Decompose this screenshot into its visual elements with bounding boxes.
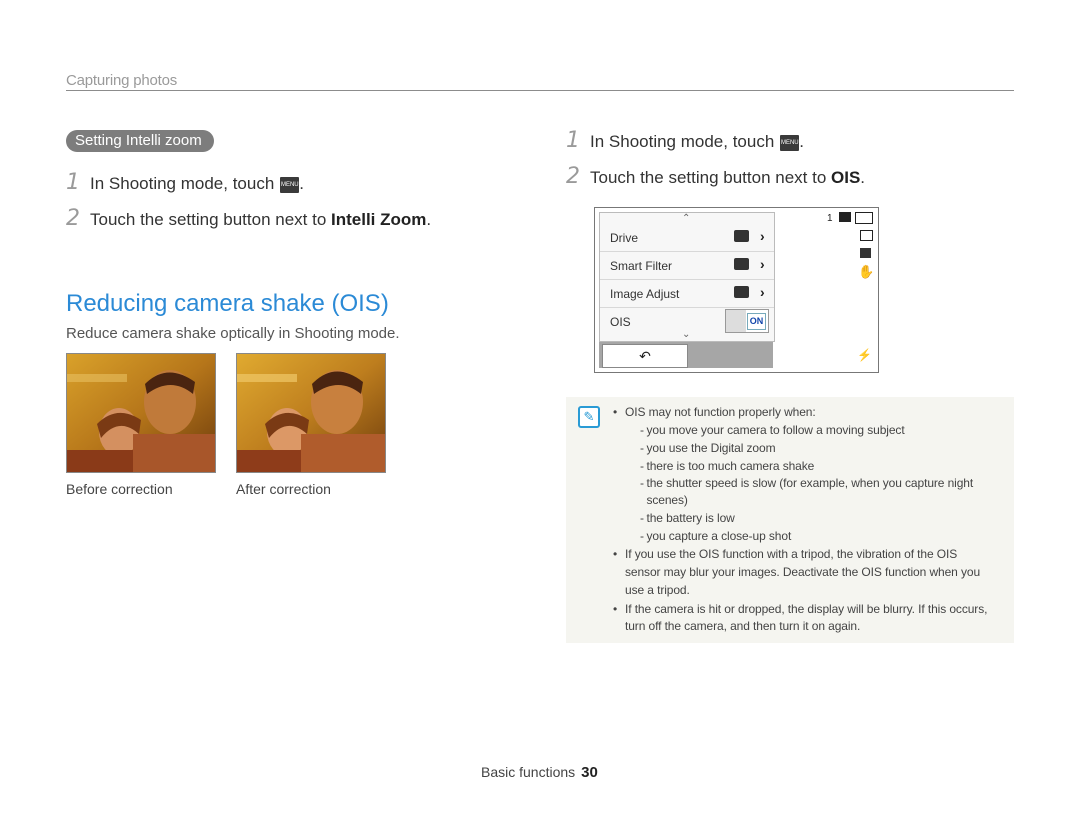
caption-before: Before correction [66,481,173,497]
chevron-right-icon: › [760,284,765,300]
shot-counter: 1 [827,213,833,224]
step-text: Touch the setting button next to [90,210,331,229]
subsection-pill: Setting Intelli zoom [66,130,214,152]
note-bullet-2-line-1: If you use the OIS function with a tripo… [625,547,958,561]
right-step-2: 2 Touch the setting button next to OIS. [566,164,866,189]
quality-icon [860,248,871,258]
menu-item-drive[interactable]: Drive › [600,223,774,252]
caption-after: After correction [236,481,331,497]
drive-icon [734,230,749,242]
image-size-icon [860,230,873,241]
menu-icon: MENU [280,176,300,193]
section-heading: Reducing camera shake (OIS) [66,290,389,317]
step-text: In Shooting mode, touch [90,174,275,193]
section-label: Capturing photos [66,72,178,89]
note-sub-4: the shutter speed is slow (for example, … [646,476,974,490]
note-bullet-2-line-3: use a tripod. [625,583,690,597]
note-bullet-1: OIS may not function properly when: [625,405,816,419]
battery-icon [855,212,873,224]
note-sub-6: you capture a close-up shot [646,529,792,543]
menu-item-smart-filter[interactable]: Smart Filter › [600,251,774,280]
footer-label: Basic functions [481,764,576,780]
step-bold: OIS [831,168,861,187]
header-divider [66,90,1014,91]
note-sub-2: you use the Digital zoom [646,441,776,455]
note-sub-4-cont: scenes) [646,493,688,507]
photo-after [236,353,386,473]
note-sub-3: there is too much camera shake [646,459,815,473]
image-adjust-icon [734,286,749,298]
photo-before [66,353,216,473]
note-sub-1: you move your camera to follow a moving … [646,423,905,437]
section-description: Reduce camera shake optically in Shootin… [66,325,400,342]
toggle-on-label: ON [747,313,766,330]
note-bullet-3-line-1: If the camera is hit or dropped, the dis… [625,602,988,616]
memory-icon [839,212,851,222]
flash-auto-icon: ⚡ [857,348,872,362]
menu-item-image-adjust[interactable]: Image Adjust › [600,279,774,308]
camera-screen: ⌃ Drive › Smart Filter › Image Adjust › … [594,207,879,373]
note-bullet-2-line-2: sensor may blur your images. Deactivate … [625,565,981,579]
camera-bottom-bar: ↶ [599,342,773,368]
left-step-1: 1 In Shooting mode, touch MENU. [66,170,305,195]
right-step-1: 1 In Shooting mode, touch MENU. [566,128,805,153]
smart-filter-icon [734,258,749,270]
note-bullet-3-line-2: turn off the camera, and then turn it on… [625,619,861,633]
note-box: ✎ • OIS may not function properly when: … [566,397,1014,643]
back-arrow-icon: ↶ [639,348,651,364]
note-sub-5: the battery is low [646,511,735,525]
left-step-2: 2 Touch the setting button next to Intell… [66,206,432,231]
step-bold: Intelli Zoom [331,210,427,229]
scroll-down-icon[interactable]: ⌄ [682,329,690,340]
back-button[interactable]: ↶ [602,344,688,368]
note-pencil-icon: ✎ [578,406,600,428]
page-number: 30 [581,764,598,781]
chevron-right-icon: › [760,228,765,244]
step-text: In Shooting mode, touch [590,132,775,151]
ois-toggle[interactable]: ON [725,309,769,333]
page-footer: Basic functions 30 [481,764,598,781]
step-text: Touch the setting button next to [590,168,831,187]
chevron-right-icon: › [760,256,765,272]
ois-hand-icon: ✋ [858,264,875,279]
menu-icon: MENU [780,134,800,151]
camera-menu: ⌃ Drive › Smart Filter › Image Adjust › … [599,212,775,342]
